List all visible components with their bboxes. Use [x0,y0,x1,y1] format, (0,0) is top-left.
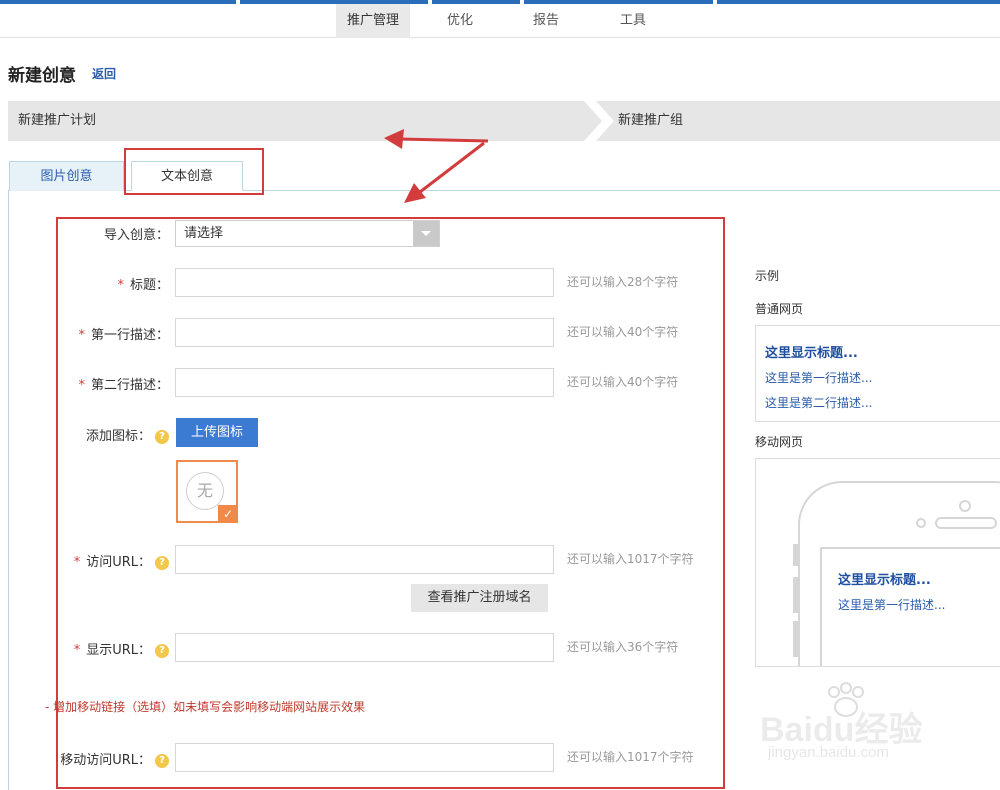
help-icon[interactable]: ? [155,754,169,768]
mobile-url-label-text: 移动访问URL： [60,753,151,768]
preview-line1: 这里是第一行描述... [765,371,873,385]
title-input[interactable] [175,268,554,297]
icon-none-option[interactable]: 无 ✓ [176,460,238,523]
mobile-url-input[interactable] [175,743,554,772]
page-title: 新建创意 [8,66,76,86]
upload-icon-button[interactable]: 上传图标 [176,418,258,447]
nav-item-optimize[interactable]: 优化 [430,4,490,38]
check-icon: ✓ [218,505,238,523]
mobile-url-label: 移动访问URL：? [60,749,169,768]
import-select-value: 请选择 [184,226,224,241]
required-mark: * [117,278,124,293]
mobile-preview-title: 这里显示标题... [838,573,931,588]
desc1-hint: 还可以输入40个字符 [567,325,679,339]
display-url-label: * 显示URL：? [74,639,169,658]
visit-url-label: * 访问URL：? [74,551,169,570]
mobile-url-hint: 还可以输入1017个字符 [567,750,694,764]
nav-item-report[interactable]: 报告 [516,4,576,38]
required-mark: * [78,328,85,343]
visit-url-hint: 还可以输入1017个字符 [567,552,694,566]
desc2-label: * 第二行描述： [78,374,169,393]
desc2-hint: 还可以输入40个字符 [567,375,679,389]
example-pc-preview: 这里显示标题... 这里是第一行描述... 这里是第二行描述... [755,325,1000,422]
mobile-preview-line1: 这里是第一行描述... [838,598,946,612]
display-url-input[interactable] [175,633,554,662]
display-url-hint: 还可以输入36个字符 [567,640,679,654]
title-label-text: 标题： [129,278,169,293]
desc1-label-text: 第一行描述： [90,328,169,343]
tab-image-creative[interactable]: 图片创意 [9,161,124,191]
step-new-plan: 新建推广计划 [18,113,97,128]
help-icon[interactable]: ? [155,556,169,570]
icon-label: 添加图标：? [86,425,169,444]
icon-label-text: 添加图标： [85,429,151,444]
required-mark: * [78,378,85,393]
watermark-url: jingyan.baidu.com [768,744,889,761]
help-icon[interactable]: ? [155,430,169,444]
baidu-watermark: Baidu经验 jingyan.baidu.com [760,680,960,780]
step-new-group: 新建推广组 [618,113,684,128]
visit-url-label-text: 访问URL： [86,555,151,570]
desc2-input[interactable] [175,368,554,397]
example-pc-label: 普通网页 [755,302,804,316]
required-mark: * [73,643,81,658]
display-url-label-text: 显示URL： [86,643,151,658]
title-label: * 标题： [117,274,169,293]
title-hint: 还可以输入28个字符 [567,275,679,289]
desc1-label: * 第一行描述： [78,324,169,343]
top-nav: 推广管理 优化 报告 工具 [0,4,1000,38]
preview-line2: 这里是第二行描述... [765,396,873,410]
desc2-label-text: 第二行描述： [90,378,169,393]
nav-item-tools[interactable]: 工具 [603,4,663,38]
nav-item-promotion-management[interactable]: 推广管理 [336,4,410,38]
help-icon[interactable]: ? [155,644,169,658]
add-mobile-link-toggle[interactable]: - 增加移动链接（选填）如未填写会影响移动端网站展示效果 [45,698,365,715]
back-link[interactable]: 返回 [92,65,116,82]
highlight-box-tab [124,148,264,195]
view-domain-button[interactable]: 查看推广注册域名 [411,584,548,612]
example-mobile-preview: 这里显示标题... 这里是第一行描述... [755,458,1000,667]
required-mark: * [73,555,81,570]
preview-title: 这里显示标题... [765,346,858,361]
step-bar: 新建推广计划 新建推广组 [8,101,1000,141]
step-chevron-icon [584,101,614,141]
example-title: 示例 [755,269,780,283]
import-label: 导入创意： [103,228,169,243]
phone-screen: 这里显示标题... 这里是第一行描述... [820,547,1000,666]
visit-url-input[interactable] [175,545,554,574]
example-mobile-label: 移动网页 [755,435,804,449]
dropdown-arrow-icon[interactable] [413,221,439,246]
desc1-input[interactable] [175,318,554,347]
import-select[interactable]: 请选择 [175,220,440,247]
